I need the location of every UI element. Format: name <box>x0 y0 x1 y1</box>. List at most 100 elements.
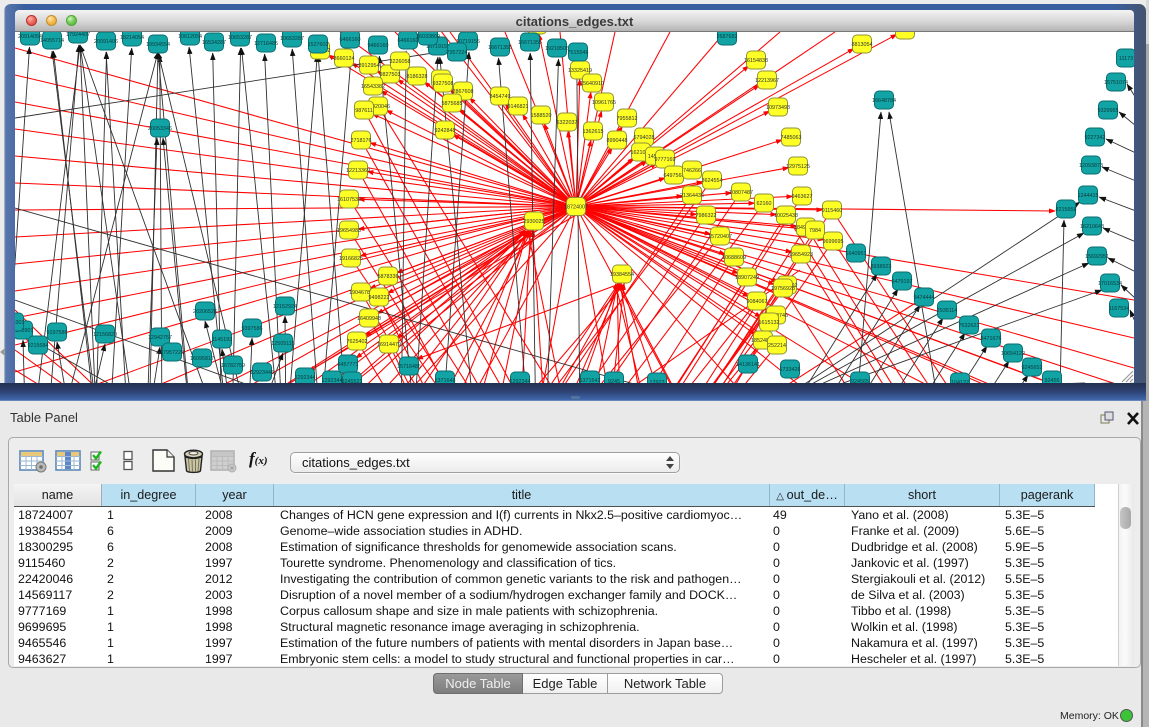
svg-text:104122: 104122 <box>951 380 969 383</box>
svg-text:1167534: 1167534 <box>1109 306 1130 312</box>
svg-text:16095817: 16095817 <box>190 356 214 362</box>
svg-text:12923446: 12923446 <box>250 370 274 376</box>
svg-text:1292344: 1292344 <box>322 378 343 383</box>
svg-text:8660124: 8660124 <box>334 56 355 62</box>
svg-text:9327508: 9327508 <box>433 81 454 87</box>
svg-text:9245652: 9245652 <box>1022 365 1043 371</box>
svg-text:10688609: 10688609 <box>722 255 746 261</box>
svg-text:20091406: 20091406 <box>94 39 118 45</box>
svg-text:19384554: 19384554 <box>610 272 634 278</box>
svg-text:2718176: 2718176 <box>351 138 372 144</box>
svg-text:19218506: 19218506 <box>545 46 569 52</box>
svg-text:7515546: 7515546 <box>568 50 589 56</box>
svg-text:746266: 746266 <box>683 168 701 174</box>
svg-text:1371642: 1371642 <box>580 378 601 383</box>
svg-text:14055714: 14055714 <box>40 38 64 44</box>
svg-text:10653287: 10653287 <box>228 35 252 41</box>
svg-text:7485063: 7485063 <box>781 135 802 141</box>
svg-text:16154838: 16154838 <box>744 58 768 64</box>
svg-text:6466160: 6466160 <box>340 37 361 43</box>
svg-text:1733426: 1733426 <box>780 367 801 373</box>
svg-text:3624554: 3624554 <box>702 178 723 184</box>
svg-text:10654122: 10654122 <box>1001 351 1025 357</box>
svg-text:1371648: 1371648 <box>435 378 456 383</box>
svg-text:1527602: 1527602 <box>308 42 329 48</box>
svg-text:9777169: 9777169 <box>655 157 676 163</box>
svg-text:17924407: 17924407 <box>66 32 90 38</box>
svg-text:9329965: 9329965 <box>1098 108 1119 114</box>
svg-text:20914054: 20914054 <box>18 34 42 40</box>
svg-text:9498222: 9498222 <box>369 295 390 301</box>
svg-text:92456: 92456 <box>1045 378 1060 383</box>
svg-text:12505115: 12505115 <box>271 341 295 347</box>
svg-text:10961765: 10961765 <box>592 100 616 106</box>
svg-text:9245521: 9245521 <box>342 379 363 383</box>
svg-text:16409948: 16409948 <box>357 316 381 322</box>
svg-text:9827503: 9827503 <box>380 72 401 78</box>
svg-text:2935114: 2935114 <box>937 308 958 314</box>
svg-text:15640910: 15640910 <box>580 81 604 87</box>
svg-text:9146821: 9146821 <box>508 104 529 110</box>
svg-text:7632621: 7632621 <box>959 323 980 329</box>
svg-text:8186328: 8186328 <box>407 74 428 80</box>
svg-text:16671355: 16671355 <box>488 45 512 51</box>
svg-text:8912954: 8912954 <box>359 63 380 69</box>
svg-text:9084067: 9084067 <box>747 299 768 305</box>
svg-text:13325419: 13325419 <box>568 68 592 74</box>
svg-text:15716485: 15716485 <box>397 364 421 370</box>
svg-text:6497568: 6497568 <box>664 173 685 179</box>
svg-text:19756928: 19756928 <box>771 286 795 292</box>
svg-text:1362615: 1362615 <box>583 129 604 135</box>
svg-text:10612054: 10612054 <box>178 34 202 40</box>
svg-text:20206526: 20206526 <box>193 309 217 315</box>
svg-text:7984: 7984 <box>809 228 821 234</box>
svg-text:16107538: 16107538 <box>337 197 361 203</box>
svg-text:16033809: 16033809 <box>416 34 440 40</box>
svg-text:18724007: 18724007 <box>564 204 588 210</box>
svg-text:10025438: 10025438 <box>774 213 798 219</box>
svg-text:15720407: 15720407 <box>708 234 732 240</box>
svg-text:19166825: 19166825 <box>339 256 363 262</box>
svg-text:14136141: 14136141 <box>736 362 760 368</box>
svg-text:12156829: 12156829 <box>93 332 117 338</box>
svg-text:9699695: 9699695 <box>823 239 844 245</box>
svg-text:6322037: 6322037 <box>557 120 578 126</box>
svg-text:16210643: 16210643 <box>1080 224 1104 230</box>
svg-text:6794028: 6794028 <box>634 135 655 141</box>
svg-text:19654923: 19654923 <box>789 252 813 258</box>
svg-text:12093873: 12093873 <box>1079 163 1103 169</box>
svg-text:1292344: 1292344 <box>510 379 531 383</box>
svg-text:1292344: 1292344 <box>295 375 316 381</box>
svg-text:3915301: 3915301 <box>15 320 25 326</box>
svg-text:9242848: 9242848 <box>435 128 456 134</box>
svg-text:9227342: 9227342 <box>1085 135 1106 141</box>
svg-text:16914479: 16914479 <box>377 342 401 348</box>
svg-text:18907249: 18907249 <box>735 275 759 281</box>
svg-text:1640951: 1640951 <box>846 251 867 257</box>
svg-text:9474444: 9474444 <box>914 295 935 301</box>
svg-text:9245: 9245 <box>608 379 620 383</box>
svg-text:12152924: 12152924 <box>273 304 297 310</box>
svg-text:16648784: 16648784 <box>872 98 896 104</box>
svg-text:2687682: 2687682 <box>717 34 738 40</box>
svg-text:1145193: 1145193 <box>212 337 233 343</box>
svg-text:9457771: 9457771 <box>338 362 359 368</box>
svg-text:16534287: 16534287 <box>202 40 226 46</box>
svg-text:10973493: 10973493 <box>766 105 790 111</box>
svg-text:7625402: 7625402 <box>347 339 368 345</box>
svg-text:9115460: 9115460 <box>822 208 843 214</box>
svg-text:1096176: 1096176 <box>895 32 916 34</box>
svg-text:20053346: 20053346 <box>148 126 172 132</box>
svg-text:924565: 924565 <box>851 379 869 383</box>
svg-text:12716485: 12716485 <box>254 41 278 47</box>
svg-text:12975125: 12975125 <box>786 164 810 170</box>
svg-text:8813054: 8813054 <box>852 42 873 48</box>
svg-text:12213369: 12213369 <box>346 168 370 174</box>
svg-text:21364436: 21364436 <box>680 193 704 199</box>
svg-text:15692951: 15692951 <box>1085 254 1109 260</box>
svg-text:9197586: 9197586 <box>47 330 68 336</box>
svg-text:3226058: 3226058 <box>390 59 411 65</box>
svg-text:8938923: 8938923 <box>871 264 892 270</box>
svg-text:18214054: 18214054 <box>120 35 144 41</box>
svg-text:5875685: 5875685 <box>442 101 463 107</box>
